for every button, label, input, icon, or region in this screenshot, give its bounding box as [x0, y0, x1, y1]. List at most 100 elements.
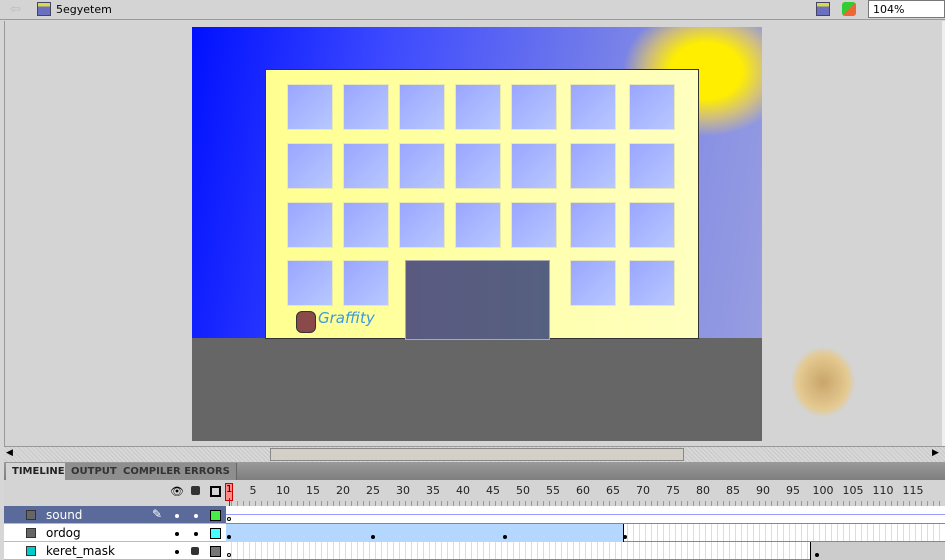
tab-compiler-errors[interactable]: COMPILER ERRORS [117, 463, 237, 480]
mask-frames[interactable] [810, 542, 945, 560]
panel-tabs: TIMELINE OUTPUT COMPILER ERRORS [4, 462, 945, 480]
visibility-toggle[interactable] [175, 532, 179, 536]
window [455, 143, 501, 189]
window [287, 84, 333, 130]
frame-tick: 65 [606, 484, 620, 497]
scroll-left-icon[interactable]: ◀ [6, 448, 13, 458]
window [343, 260, 389, 306]
window [399, 84, 445, 130]
visibility-toggle[interactable] [175, 514, 179, 518]
window [343, 143, 389, 189]
window [511, 143, 557, 189]
window [455, 84, 501, 130]
keyframe[interactable] [503, 535, 507, 539]
layer-name[interactable]: sound [46, 508, 82, 522]
lock-toggle[interactable] [194, 514, 198, 518]
horizontal-scrollbar[interactable]: ◀ ▶ [4, 446, 945, 462]
frame-tick: 95 [786, 484, 800, 497]
window [629, 260, 675, 306]
eye-icon[interactable]: 👁 [170, 485, 184, 498]
window [343, 202, 389, 248]
layer-type-icon [26, 546, 36, 556]
keyframe[interactable] [227, 553, 231, 557]
outline-color-swatch[interactable] [210, 510, 221, 521]
edit-bar: ⇦ 5egyetem 104% [0, 0, 945, 20]
building: Graffity [265, 69, 699, 340]
layer-name[interactable]: keret_mask [46, 544, 115, 558]
keyframe[interactable] [227, 517, 231, 521]
stage-area: Graffity [4, 21, 945, 446]
layer-frames[interactable] [226, 524, 945, 542]
layer-name[interactable]: ordog [46, 526, 81, 540]
lock-toggle[interactable] [194, 532, 198, 536]
frame-tick: 75 [666, 484, 680, 497]
layer-frames[interactable] [226, 506, 945, 524]
graffiti-text: Graffity [318, 309, 375, 327]
door [405, 260, 550, 340]
lock-icon[interactable] [191, 486, 200, 495]
layer-ordog[interactable]: ordog [4, 524, 226, 542]
layer-type-icon [26, 510, 36, 520]
stage[interactable]: Graffity [192, 27, 762, 441]
outline-color-swatch[interactable] [210, 546, 221, 557]
frame-ruler[interactable]: 1 5 10 15 20 25 30 35 40 45 50 55 60 65 70 75 80 85 90 95 1… [225, 480, 945, 506]
frame-tick: 90 [756, 484, 770, 497]
outline-icon[interactable] [210, 486, 221, 497]
scene-icon [37, 2, 51, 16]
frame-tick: 110 [872, 484, 894, 497]
frame-tick: 80 [696, 484, 710, 497]
window [343, 84, 389, 130]
frame-tick: 70 [636, 484, 650, 497]
layer-keret_mask[interactable]: keret_mask [4, 542, 226, 560]
window [399, 202, 445, 248]
window [511, 202, 557, 248]
edit-symbols-icon[interactable] [842, 2, 856, 16]
frame-tick: 5 [249, 484, 257, 497]
frame-tick: 105 [842, 484, 864, 497]
outline-color-swatch[interactable] [210, 528, 221, 539]
zoom-field[interactable]: 104% [868, 0, 945, 18]
window [511, 84, 557, 130]
tab-timeline[interactable]: TIMELINE [6, 463, 72, 480]
frame-tick: 85 [726, 484, 740, 497]
window [570, 84, 616, 130]
window [629, 143, 675, 189]
window [287, 202, 333, 248]
window [399, 143, 445, 189]
keyframe[interactable] [815, 553, 819, 557]
window [570, 260, 616, 306]
window [287, 143, 333, 189]
scroll-thumb[interactable] [270, 448, 684, 461]
keyframe[interactable] [227, 535, 231, 539]
frame-tick: 30 [396, 484, 410, 497]
visibility-toggle[interactable] [175, 550, 179, 554]
scroll-right-icon[interactable]: ▶ [932, 448, 939, 458]
ground [192, 338, 762, 441]
tab-output[interactable]: OUTPUT [65, 463, 124, 480]
tumbleweed[interactable] [791, 347, 855, 417]
frame-tick: 15 [306, 484, 320, 497]
layer-frames[interactable] [226, 542, 945, 560]
frame-tick: 25 [366, 484, 380, 497]
frame-tick: 10 [276, 484, 290, 497]
tween-span[interactable] [226, 524, 624, 542]
layer-sound[interactable]: sound ✎ [4, 506, 226, 524]
frame-tick: 115 [902, 484, 924, 497]
timeline-header: 👁 1 5 10 15 20 25 30 35 40 45 50 55 60 65 70 75 80 85 90 9… [4, 480, 945, 506]
window [570, 143, 616, 189]
document-title[interactable]: 5egyetem [56, 3, 112, 16]
window [629, 202, 675, 248]
graffiti-hand [296, 311, 316, 333]
frame-tick: 20 [336, 484, 350, 497]
layer-type-icon [26, 528, 36, 538]
window [287, 260, 333, 306]
window [455, 202, 501, 248]
window [570, 202, 616, 248]
frame-tick: 50 [516, 484, 530, 497]
edit-scene-icon[interactable] [816, 2, 830, 16]
back-arrow-icon[interactable]: ⇦ [10, 2, 21, 17]
lock-icon[interactable] [191, 547, 199, 555]
keyframe[interactable] [371, 535, 375, 539]
keyframe[interactable] [623, 535, 627, 539]
pencil-icon: ✎ [152, 507, 163, 521]
